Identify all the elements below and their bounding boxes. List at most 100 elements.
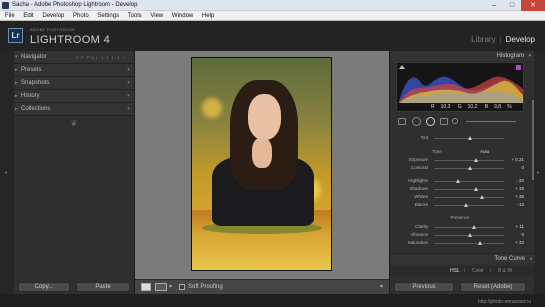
slider-value[interactable]: - 12 [506, 202, 524, 207]
slider-value[interactable]: 0 [506, 165, 524, 170]
histogram-header[interactable]: Histogram ▾ [390, 51, 534, 61]
red-eye-icon[interactable] [426, 117, 435, 126]
menu-window[interactable]: Window [172, 13, 193, 19]
slider-tint[interactable]: Tint [396, 135, 524, 142]
slider-thumb[interactable] [464, 203, 468, 207]
slider-contrast[interactable]: Contrast 0 [396, 165, 524, 172]
right-panel-scrollbar[interactable] [532, 100, 534, 180]
slider-thumb[interactable] [478, 241, 482, 245]
collapse-right-icon[interactable]: ▸ [537, 169, 540, 176]
slider-track[interactable] [434, 187, 504, 191]
paste-button[interactable]: Paste [76, 282, 130, 292]
crop-tool-icon[interactable] [398, 118, 406, 125]
spot-removal-icon[interactable] [412, 117, 421, 126]
tone-curve-header[interactable]: Tone Curve ◂ [390, 253, 535, 263]
slider-saturation[interactable]: Saturation + 32 [396, 240, 524, 247]
slider-thumb[interactable] [456, 179, 460, 183]
tone-auto-button[interactable]: Auto [480, 149, 489, 154]
slider-shadows[interactable]: Shadows + 15 [396, 186, 524, 193]
slider-track[interactable] [434, 158, 504, 162]
history-header[interactable]: ▸ History × [14, 90, 134, 103]
soft-proofing-checkbox[interactable] [179, 284, 185, 290]
loupe-view-icon[interactable] [141, 283, 151, 291]
slider-vibrance[interactable]: Vibrance 0 [396, 232, 524, 239]
tone-header: Tone Auto [396, 149, 524, 156]
navigator-header[interactable]: ▾ Navigator FIT FILL 1:1 1:4 ÷ [14, 51, 134, 64]
close-button[interactable]: ✕ [521, 0, 545, 11]
presets-header[interactable]: ▸ Presets + [14, 64, 134, 77]
menu-photo[interactable]: Photo [73, 13, 89, 19]
slider-track[interactable] [434, 241, 504, 245]
slider-thumb[interactable] [480, 195, 484, 199]
slider-value[interactable]: + 0,31 [506, 157, 524, 162]
reset-button[interactable]: Reset (Adobe) [460, 282, 526, 292]
view-mode-dropdown-icon[interactable]: ▾ [169, 283, 172, 290]
toolbar-menu-icon[interactable]: ▾ [380, 283, 383, 290]
histogram-readout: R 10,3 G 10,2 B 9,8% [431, 104, 518, 110]
slider-track[interactable] [434, 195, 504, 199]
image-canvas[interactable] [135, 51, 389, 279]
menu-settings[interactable]: Settings [97, 13, 119, 19]
tool-strip [396, 117, 524, 126]
slider-track[interactable] [434, 136, 504, 140]
menu-develop[interactable]: Develop [42, 13, 64, 19]
previous-button[interactable]: Previous [394, 282, 454, 292]
tab-bw[interactable]: B & W [498, 266, 512, 276]
menu-edit[interactable]: Edit [23, 13, 33, 19]
adjustment-brush-icon[interactable] [452, 118, 458, 124]
slider-thumb[interactable] [474, 187, 478, 191]
tab-hsl[interactable]: HSL [450, 266, 460, 276]
slider-track[interactable] [434, 179, 504, 183]
slider-label: Saturation [407, 240, 428, 245]
module-library[interactable]: Library [471, 35, 495, 44]
slider-value[interactable]: + 15 [506, 186, 524, 191]
before-after-view-icon[interactable] [155, 283, 167, 291]
slider-whites[interactable]: Whites + 35 [396, 194, 524, 201]
slider-value[interactable]: + 11 [506, 224, 524, 229]
slider-thumb[interactable] [468, 136, 472, 140]
right-panel-edge[interactable]: ▸ [534, 51, 545, 294]
slider-track[interactable] [434, 233, 504, 237]
slider-thumb[interactable] [468, 233, 472, 237]
portrait-photo[interactable] [191, 57, 332, 271]
menu-file[interactable]: File [5, 13, 15, 19]
clear-icon[interactable]: × [127, 90, 130, 103]
shadow-clipping-icon[interactable] [399, 65, 405, 69]
slider-blacks[interactable]: Blacks - 12 [396, 202, 524, 209]
slider-thumb[interactable] [472, 225, 476, 229]
collections-header[interactable]: ▸ Collections + [14, 103, 134, 116]
add-icon[interactable]: + [127, 77, 130, 90]
tone-curve-label: Tone Curve [494, 256, 525, 262]
slider-value[interactable]: + 32 [506, 240, 524, 245]
snapshots-header[interactable]: ▸ Snapshots + [14, 77, 134, 90]
slider-exposure[interactable]: Exposure + 0,31 [396, 157, 524, 164]
tab-color[interactable]: Color [472, 266, 484, 276]
highlight-clipping-icon[interactable] [516, 65, 521, 70]
add-icon[interactable]: + [127, 103, 130, 116]
tool-strip-divider [466, 121, 516, 122]
minimize-button[interactable]: – [485, 0, 503, 11]
add-icon[interactable]: + [127, 64, 130, 77]
slider-thumb[interactable] [474, 158, 478, 162]
menu-tools[interactable]: Tools [128, 13, 142, 19]
slider-highlights[interactable]: Highlights - 32 [396, 178, 524, 185]
left-panel-edge[interactable]: ◂ [0, 51, 14, 294]
module-develop[interactable]: Develop [506, 35, 535, 44]
histogram[interactable]: R 10,3 G 10,2 B 9,8% [396, 62, 524, 112]
slider-value[interactable]: + 35 [506, 194, 524, 199]
slider-track[interactable] [434, 166, 504, 170]
slider-thumb[interactable] [468, 166, 472, 170]
collapse-left-icon[interactable]: ◂ [4, 169, 7, 176]
slider-label: Whites [414, 194, 428, 199]
slider-clarity[interactable]: Clarity + 11 [396, 224, 524, 231]
slider-value[interactable]: - 32 [506, 178, 524, 183]
navigator-zoom-options[interactable]: FIT FILL 1:1 1:4 ÷ [76, 51, 126, 64]
slider-track[interactable] [434, 225, 504, 229]
copy-button[interactable]: Copy... [18, 282, 70, 292]
menu-help[interactable]: Help [202, 13, 214, 19]
menu-view[interactable]: View [150, 13, 163, 19]
slider-track[interactable] [434, 203, 504, 207]
slider-value[interactable]: 0 [506, 232, 524, 237]
graduated-filter-icon[interactable] [440, 118, 448, 125]
maximize-button[interactable]: □ [503, 0, 521, 11]
